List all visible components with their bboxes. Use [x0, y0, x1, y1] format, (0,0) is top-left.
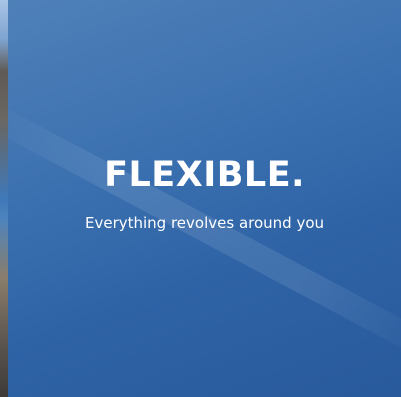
hero-subheadline: Everything revolves around you	[84, 214, 325, 232]
hero-banner: FLEXIBLE. Everything revolves around you	[0, 0, 401, 397]
blue-overlay-panel: FLEXIBLE. Everything revolves around you	[8, 0, 401, 397]
hero-headline: FLEXIBLE.	[104, 155, 305, 195]
background-photo	[0, 0, 8, 397]
